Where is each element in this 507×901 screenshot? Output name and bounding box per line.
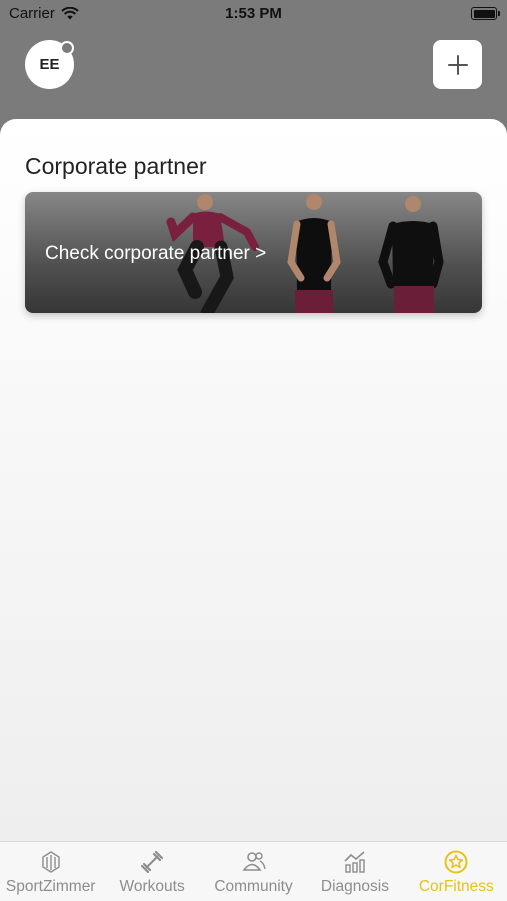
tab-label: CorFitness [418, 878, 494, 895]
tab-corfitness[interactable]: CorFitness [406, 842, 507, 901]
battery-icon [471, 7, 500, 20]
tab-label: Community [214, 878, 293, 895]
tab-bar: SportZimmer Workouts Community Diagnosis [0, 841, 507, 901]
status-bar: Carrier 1:53 PM [0, 0, 507, 30]
star-circle-icon [444, 850, 468, 874]
tab-workouts[interactable]: Workouts [101, 842, 202, 901]
tab-label: Diagnosis [320, 878, 389, 895]
chart-icon [344, 851, 365, 873]
main-sheet: Corporate partner Check corporate partne… [0, 119, 507, 841]
corporate-partner-card[interactable]: Check corporate partner > [25, 192, 482, 313]
card-label: Check corporate partner > [45, 243, 267, 264]
notification-dot [60, 41, 74, 55]
add-button[interactable] [433, 40, 482, 89]
tab-community[interactable]: Community [203, 842, 304, 901]
clock: 1:53 PM [225, 5, 282, 22]
sportzimmer-icon [42, 851, 60, 873]
community-icon [241, 852, 266, 871]
dumbbell-icon [141, 850, 164, 874]
tab-label: SportZimmer [5, 878, 96, 895]
section-title: Corporate partner [25, 153, 207, 179]
tab-diagnosis[interactable]: Diagnosis [304, 842, 405, 901]
tab-sportzimmer[interactable]: SportZimmer [0, 842, 101, 901]
avatar-initials: EE [39, 56, 60, 73]
plus-icon [447, 54, 468, 75]
tab-label: Workouts [119, 878, 185, 895]
avatar[interactable]: EE [25, 40, 74, 89]
